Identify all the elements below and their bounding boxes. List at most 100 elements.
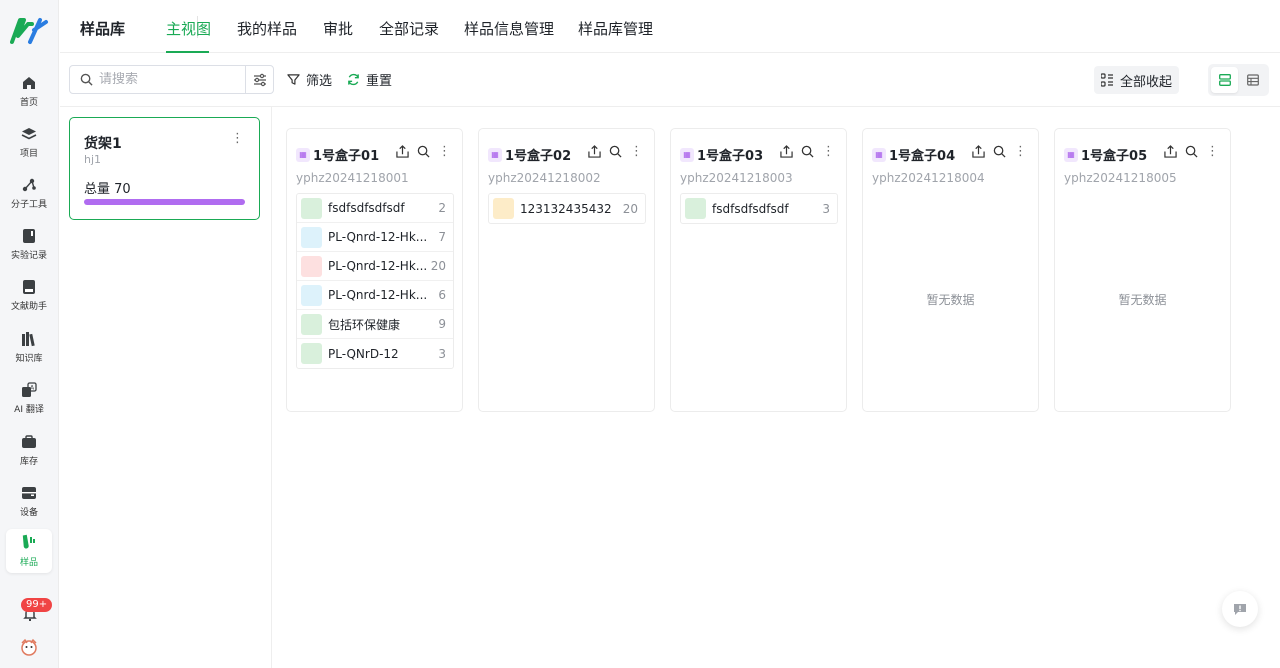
export-icon[interactable] [1164, 145, 1177, 158]
search-icon[interactable] [609, 145, 622, 158]
app-logo-icon[interactable] [10, 16, 50, 46]
sample-box-card[interactable]: ▦ 1号盒子02 ⋮ yphz20241218002 123132435432 … [478, 128, 655, 412]
sample-item[interactable]: 123132435432 20 [489, 194, 645, 223]
rail-item-knowledge-base[interactable]: 知识库 [6, 325, 52, 369]
tab-sample-library-management[interactable]: 样品库管理 [578, 18, 653, 39]
inventory-icon [20, 433, 38, 451]
tab-my-samples[interactable]: 我的样品 [237, 18, 297, 39]
sample-list: fsdfsdfsdfsdf 2 PL-Qnrd-12-Hk... 7 PL-Qn… [296, 193, 454, 369]
more-options-icon[interactable]: ⋮ [630, 145, 643, 158]
active-tab-indicator [166, 51, 209, 53]
tab-approval[interactable]: 审批 [323, 18, 353, 39]
search-icon[interactable] [1185, 145, 1198, 158]
rail-item-label: AI 翻译 [14, 405, 44, 415]
collapse-all-label: 全部收起 [1119, 74, 1172, 90]
box-name: 1号盒子02 [505, 149, 572, 164]
rail-item-home[interactable]: 首页 [6, 69, 52, 113]
empty-state: 暂无数据 [926, 293, 975, 307]
rail-item-label: 知识库 [15, 354, 43, 364]
sample-box-card[interactable]: ▦ 1号盒子01 ⋮ yphz20241218001 fsdfsdfsdfsdf… [286, 128, 463, 412]
box-name: 1号盒子05 [1081, 149, 1148, 164]
rail-item-devices[interactable]: 设备 [6, 479, 52, 523]
layers-icon [20, 125, 38, 143]
more-options-icon[interactable]: ⋮ [1206, 145, 1219, 158]
rail-item-label: 样品 [19, 558, 38, 568]
refresh-icon [348, 73, 359, 86]
shelf-code: hj1 [84, 153, 102, 166]
rail-item-lab-records[interactable]: 实验记录 [6, 222, 52, 266]
notebook-icon [20, 227, 38, 245]
table-view-button[interactable] [1239, 67, 1266, 93]
shelf-total: 总量 70 [84, 182, 131, 197]
sample-list: 123132435432 20 [488, 193, 646, 224]
sample-name: PL-QNrD-12 [328, 346, 399, 361]
reset-button[interactable]: 重置 [347, 70, 392, 89]
export-icon[interactable] [972, 145, 985, 158]
rail-item-molecule-tools[interactable]: 分子工具 [6, 171, 52, 215]
card-view-icon [1218, 74, 1231, 86]
more-options-icon[interactable]: ⋮ [822, 145, 835, 158]
box-header: ▦ 1号盒子04 [872, 145, 955, 164]
sample-color-swatch [685, 198, 706, 219]
box-name: 1号盒子03 [697, 149, 764, 164]
sample-item[interactable]: fsdfsdfsdfsdf 2 [297, 194, 453, 223]
rail-item-literature[interactable]: 文献助手 [6, 273, 52, 317]
box-grid-icon: ▦ [1064, 147, 1078, 162]
rail-item-projects[interactable]: 项目 [6, 120, 52, 164]
search-input[interactable] [99, 72, 229, 87]
sample-name: PL-Qnrd-12-Hk... [328, 259, 428, 273]
sample-quantity: 6 [438, 288, 446, 302]
tab-main-view[interactable]: 主视图 [166, 18, 211, 39]
export-icon[interactable] [396, 145, 409, 158]
more-options-icon[interactable]: ⋮ [231, 132, 244, 145]
rail-item-ai-translate[interactable]: A AI 翻译 [6, 376, 52, 420]
search-icon[interactable] [801, 145, 814, 158]
sample-color-swatch [301, 343, 322, 364]
avatar[interactable] [19, 637, 39, 657]
top-nav: 样品库 主视图 我的样品 审批 全部记录 样品信息管理 样品库管理 [60, 0, 1280, 53]
tab-sample-info-management[interactable]: 样品信息管理 [464, 18, 554, 39]
sample-item[interactable]: PL-QNrD-12 3 [297, 339, 453, 368]
feedback-button[interactable] [1222, 591, 1258, 627]
sample-item[interactable]: PL-Qnrd-12-Hk... 7 [297, 223, 453, 252]
sample-name: 包括环保健康 [328, 317, 401, 332]
sliders-icon [253, 73, 266, 86]
export-icon[interactable] [780, 145, 793, 158]
rail-item-label: 项目 [19, 149, 38, 159]
feedback-icon [1234, 604, 1246, 615]
rail-item-inventory[interactable]: 库存 [6, 428, 52, 472]
sample-box-card[interactable]: ▦ 1号盒子05 ⋮ yphz20241218005 暂无数据 [1054, 128, 1231, 412]
more-options-icon[interactable]: ⋮ [438, 145, 451, 158]
box-grid-icon: ▦ [680, 147, 694, 162]
translate-icon: A [20, 381, 38, 399]
collapse-all-button[interactable]: 全部收起 [1094, 66, 1179, 94]
box-name: 1号盒子04 [889, 149, 956, 164]
box-actions: ⋮ [972, 145, 1027, 158]
sample-item[interactable]: 包括环保健康 9 [297, 310, 453, 339]
search-icon [80, 73, 93, 86]
rail-item-samples[interactable]: 样品 [6, 529, 52, 573]
sample-box-card[interactable]: ▦ 1号盒子04 ⋮ yphz20241218004 暂无数据 [862, 128, 1039, 412]
advanced-search-button[interactable] [245, 65, 274, 94]
shelf-name: 货架1 [84, 136, 122, 152]
more-options-icon[interactable]: ⋮ [1014, 145, 1027, 158]
sample-item[interactable]: PL-Qnrd-12-Hk... 20 [297, 252, 453, 281]
notification-badge[interactable]: 99+ [21, 598, 53, 612]
filter-button[interactable]: 筛选 [287, 70, 332, 89]
sample-box-card[interactable]: ▦ 1号盒子03 ⋮ yphz20241218003 fsdfsdfsdfsdf… [670, 128, 847, 412]
sample-name: PL-Qnrd-12-Hk... [328, 230, 428, 244]
rail-item-label: 设备 [19, 508, 38, 518]
box-actions: ⋮ [396, 145, 451, 158]
shelf-card[interactable]: 货架1 ⋮ hj1 总量 70 [69, 117, 260, 220]
export-icon[interactable] [588, 145, 601, 158]
sample-item[interactable]: fsdfsdfsdfsdf 3 [681, 194, 837, 223]
sample-name: 123132435432 [520, 201, 612, 216]
sample-quantity: 2 [438, 201, 446, 215]
box-code: yphz20241218003 [680, 171, 793, 185]
sample-item[interactable]: PL-Qnrd-12-Hk... 6 [297, 281, 453, 310]
sample-color-swatch [493, 198, 514, 219]
tab-all-records[interactable]: 全部记录 [379, 18, 439, 39]
search-icon[interactable] [993, 145, 1006, 158]
card-view-button[interactable] [1211, 67, 1238, 93]
search-icon[interactable] [417, 145, 430, 158]
